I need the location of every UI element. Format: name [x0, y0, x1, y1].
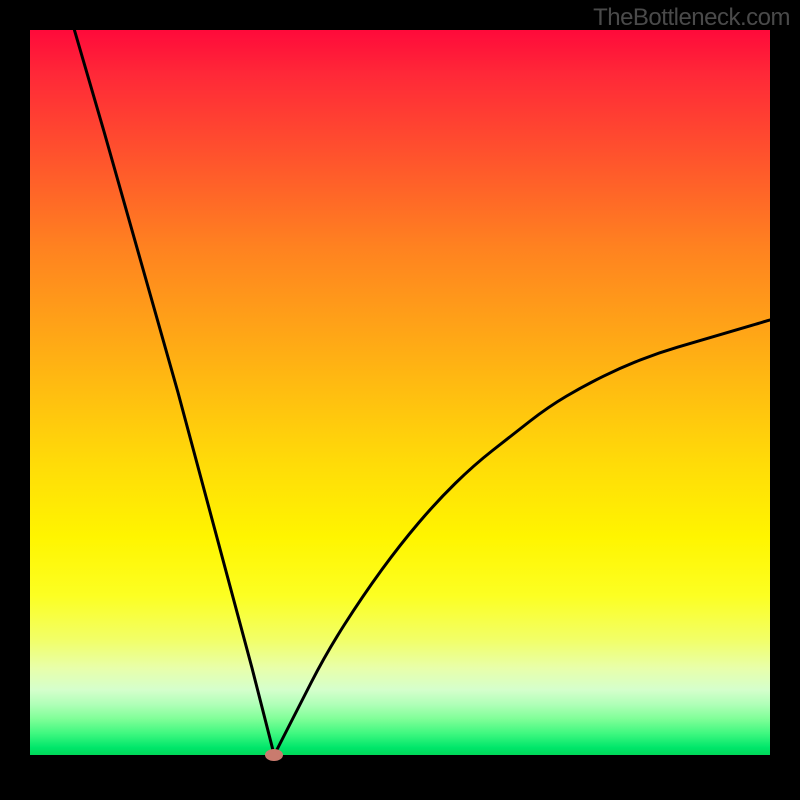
chart-frame — [30, 30, 770, 770]
background-gradient — [30, 30, 770, 755]
optimum-marker — [265, 749, 283, 761]
plot-area — [30, 30, 770, 770]
attribution-watermark: TheBottleneck.com — [593, 4, 790, 32]
